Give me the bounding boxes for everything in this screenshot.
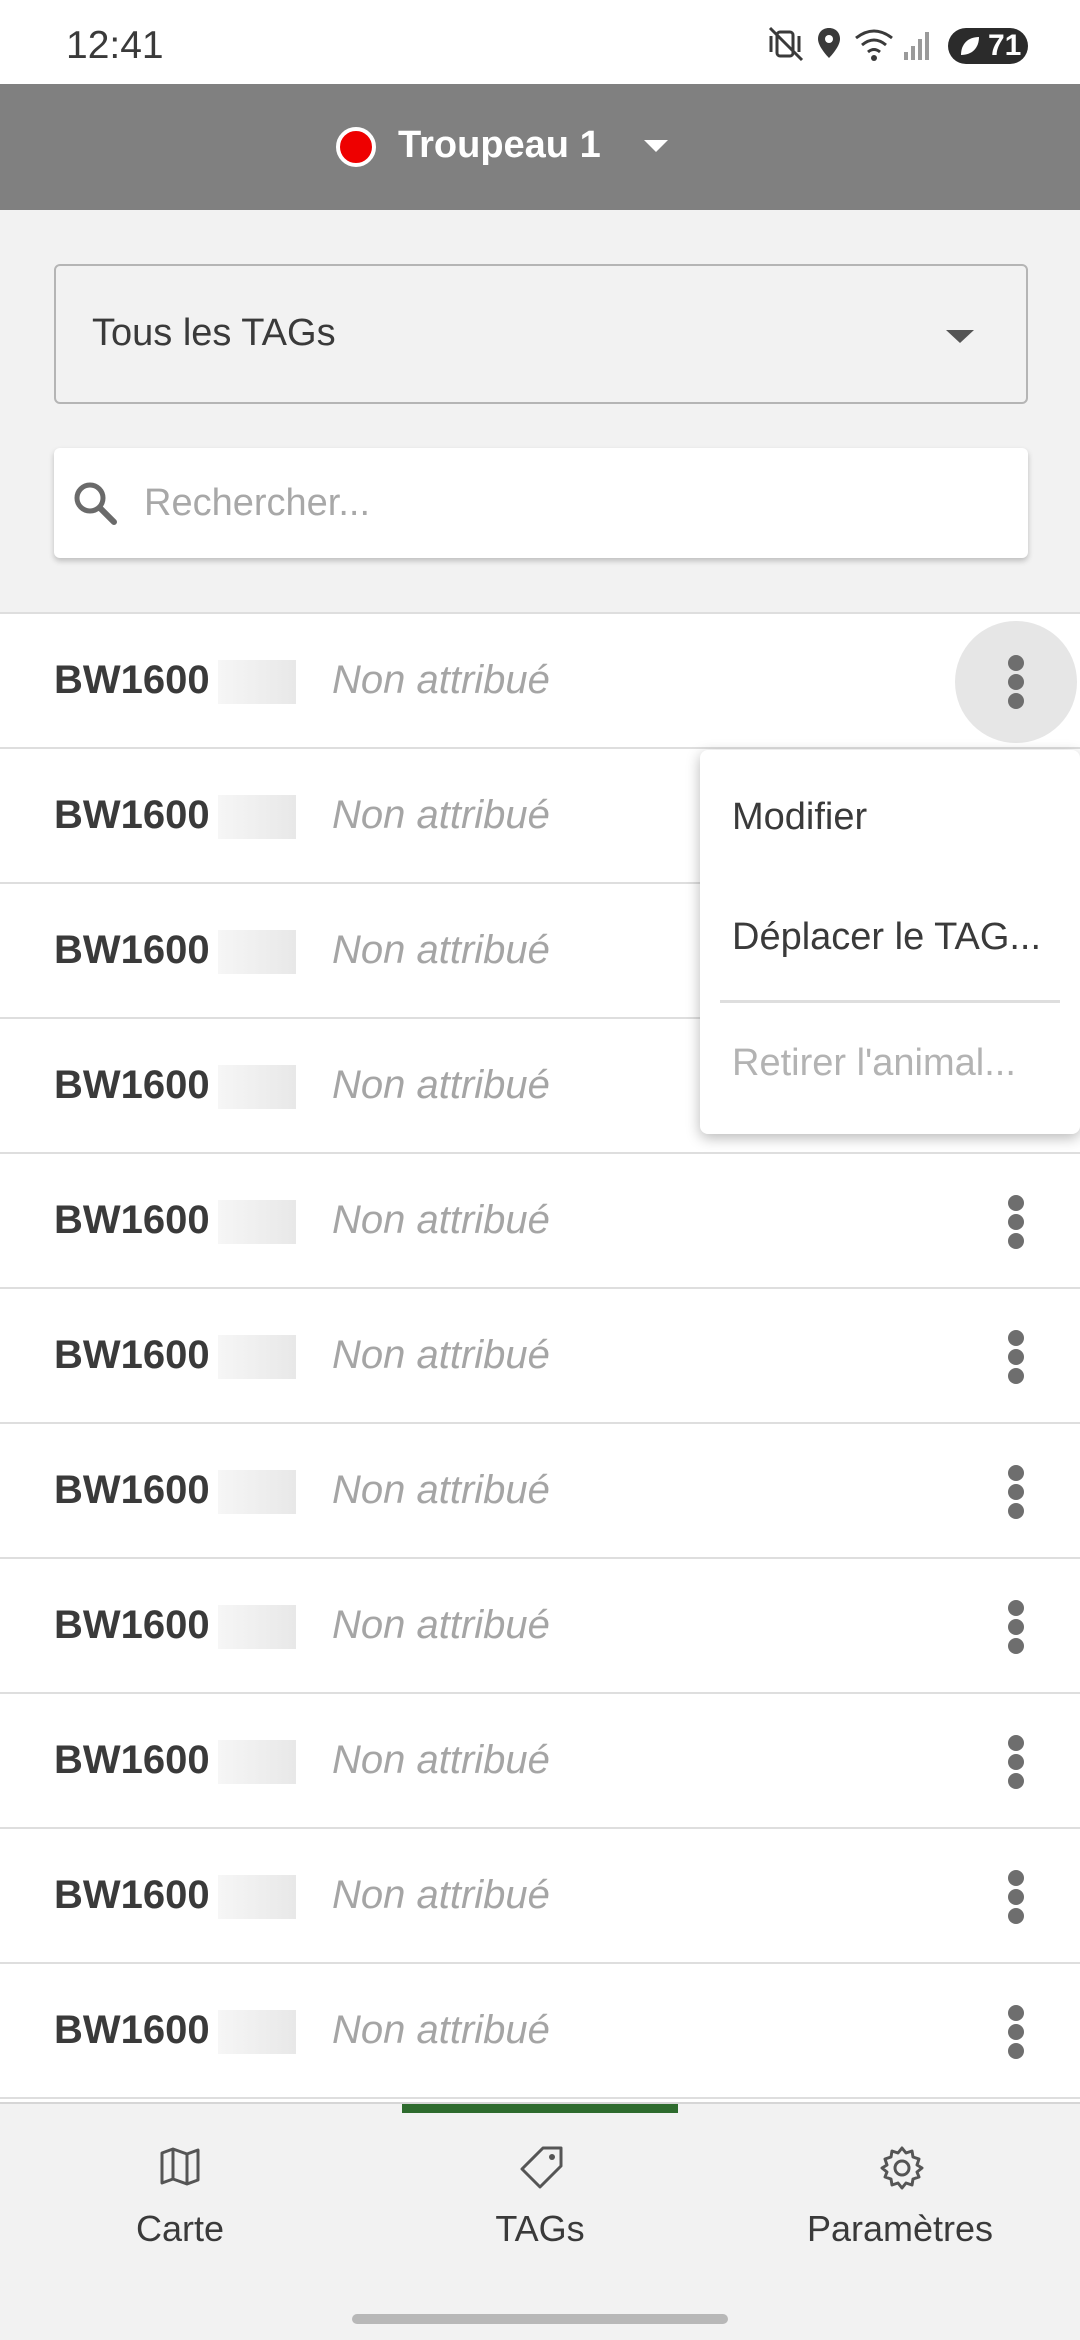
more-options-icon[interactable] xyxy=(955,621,1077,743)
status-bar: 12:41 71 xyxy=(0,0,1080,84)
status-icons: 71 xyxy=(768,22,1028,66)
tag-id: BW1600 xyxy=(54,1063,210,1107)
redacted-tag-suffix xyxy=(218,1605,296,1649)
signal-icon xyxy=(904,32,929,60)
home-indicator[interactable] xyxy=(352,2314,728,2324)
tag-filter-dropdown[interactable]: Tous les TAGs xyxy=(54,264,1028,404)
battery-indicator: 71 xyxy=(948,28,1028,64)
tag-row[interactable]: BW1600 Non attribué xyxy=(0,1829,1080,1964)
tag-row[interactable]: BW1600 Non attribué xyxy=(0,1694,1080,1829)
more-options-icon[interactable] xyxy=(955,1296,1077,1418)
herd-header: Troupeau 1 xyxy=(0,84,1080,210)
redacted-tag-suffix xyxy=(218,1335,296,1379)
tag-id: BW1600 xyxy=(54,1333,210,1377)
more-options-icon[interactable] xyxy=(955,1836,1077,1958)
tag-row[interactable]: BW1600 Non attribué xyxy=(0,1559,1080,1694)
vibrate-mute-icon xyxy=(768,26,804,62)
more-options-icon[interactable] xyxy=(955,1161,1077,1283)
search-box xyxy=(54,448,1028,558)
nav-tab-carte[interactable]: Carte xyxy=(40,2144,320,2274)
redacted-tag-suffix xyxy=(218,2010,296,2054)
battery-level: 71 xyxy=(988,29,1022,62)
tag-status: Non attribué xyxy=(332,2008,550,2052)
tag-id: BW1600 xyxy=(54,2008,210,2052)
tag-status: Non attribué xyxy=(332,658,550,702)
map-icon xyxy=(160,2147,200,2186)
search-icon xyxy=(74,482,117,525)
herd-name: Troupeau 1 xyxy=(398,124,601,166)
tag-filter-value: Tous les TAGs xyxy=(92,312,336,354)
redacted-tag-suffix xyxy=(218,1740,296,1784)
redacted-tag-suffix xyxy=(218,795,296,839)
battery-saver-icon xyxy=(961,37,979,55)
tag-status: Non attribué xyxy=(332,1333,550,1377)
tag-status: Non attribué xyxy=(332,1063,550,1107)
more-options-icon[interactable] xyxy=(955,1701,1077,1823)
tag-id: BW1600 xyxy=(54,1873,210,1917)
redacted-tag-suffix xyxy=(218,1065,296,1109)
search-input[interactable] xyxy=(144,468,1004,538)
nav-label: Carte xyxy=(135,2208,225,2249)
tag-id: BW1600 xyxy=(54,1468,210,1512)
tag-status: Non attribué xyxy=(332,928,550,972)
tag-id: BW1600 xyxy=(54,1603,210,1647)
tag-row[interactable]: BW1600 Non attribué xyxy=(0,1424,1080,1559)
tag-id: BW1600 xyxy=(54,928,210,972)
dropdown-arrow-icon xyxy=(946,330,974,343)
location-icon xyxy=(818,28,840,58)
tag-status: Non attribué xyxy=(332,793,550,837)
tag-status: Non attribué xyxy=(332,1873,550,1917)
tag-status: Non attribué xyxy=(332,1603,550,1647)
redacted-tag-suffix xyxy=(218,1470,296,1514)
status-time: 12:41 xyxy=(66,24,164,67)
tag-status: Non attribué xyxy=(332,1738,550,1782)
gear-icon xyxy=(880,2146,924,2190)
context-menu: Modifier Déplacer le TAG... Retirer l'an… xyxy=(700,750,1080,1134)
herd-color-dot xyxy=(336,127,376,167)
tag-row[interactable]: BW1600 Non attribué xyxy=(0,1964,1080,2099)
tag-id: BW1600 xyxy=(54,658,210,702)
tag-row[interactable]: BW1600 Non attribué xyxy=(0,1154,1080,1289)
menu-divider xyxy=(720,1000,1060,1003)
more-options-icon[interactable] xyxy=(955,1431,1077,1553)
redacted-tag-suffix xyxy=(218,660,296,704)
active-tab-indicator xyxy=(402,2104,678,2113)
menu-item-remove-animal: Retirer l'animal... xyxy=(700,1008,1080,1118)
menu-item-label: Déplacer le TAG... xyxy=(732,916,1042,958)
tag-status: Non attribué xyxy=(332,1468,550,1512)
nav-label: Paramètres xyxy=(806,2208,994,2249)
wifi-icon xyxy=(855,29,893,61)
tag-icon xyxy=(520,2146,563,2189)
chevron-down-icon xyxy=(644,140,668,152)
menu-item-label: Modifier xyxy=(732,796,868,838)
nav-label: TAGs xyxy=(495,2208,585,2249)
redacted-tag-suffix xyxy=(218,1200,296,1244)
more-options-icon[interactable] xyxy=(955,1566,1077,1688)
nav-tab-parametres[interactable]: Paramètres xyxy=(760,2144,1040,2274)
tag-status: Non attribué xyxy=(332,1198,550,1242)
tag-id: BW1600 xyxy=(54,793,210,837)
redacted-tag-suffix xyxy=(218,1875,296,1919)
tag-row[interactable]: BW1600 Non attribué xyxy=(0,1289,1080,1424)
tag-id: BW1600 xyxy=(54,1738,210,1782)
tag-row[interactable]: BW1600 Non attribué xyxy=(0,614,1080,749)
bottom-nav: Carte TAGs Paramètres xyxy=(0,2102,1080,2340)
nav-tab-tags[interactable]: TAGs xyxy=(400,2144,680,2274)
menu-item-label: Retirer l'animal... xyxy=(732,1042,1016,1084)
menu-item-modifier[interactable]: Modifier xyxy=(700,762,1080,872)
menu-item-move-tag[interactable]: Déplacer le TAG... xyxy=(700,882,1080,992)
more-options-icon[interactable] xyxy=(955,1971,1077,2093)
tag-id: BW1600 xyxy=(54,1198,210,1242)
redacted-tag-suffix xyxy=(218,930,296,974)
